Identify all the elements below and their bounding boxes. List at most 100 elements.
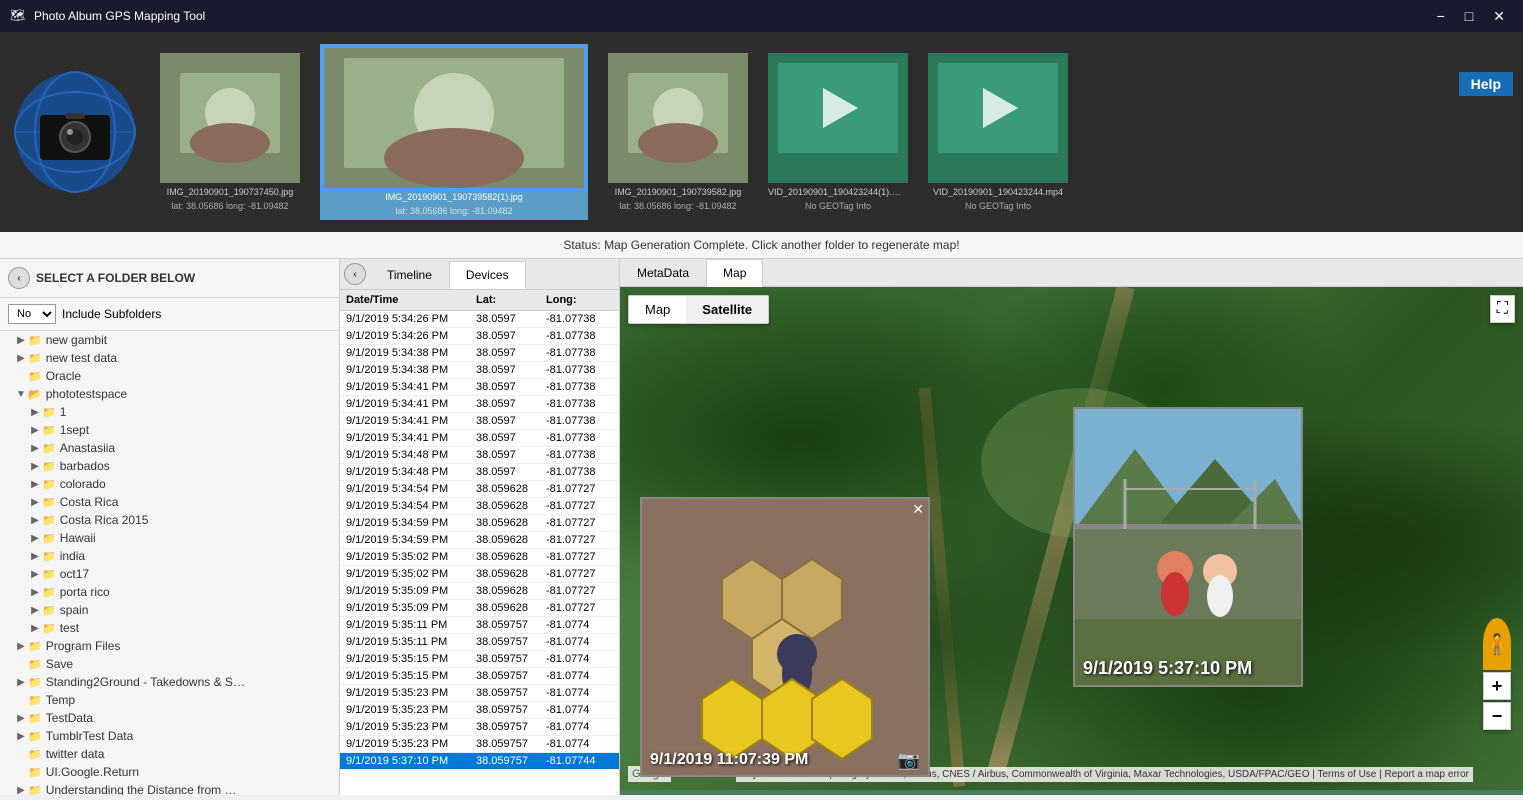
folder-understanding-distance[interactable]: ▶ Understanding the Distance from Guar xyxy=(0,781,339,795)
tab-metadata[interactable]: MetaData xyxy=(620,259,706,286)
tab-timeline[interactable]: Timeline xyxy=(370,261,449,288)
table-row[interactable]: 9/1/2019 5:34:38 PM 38.0597 -81.07738 xyxy=(340,345,619,362)
help-button[interactable]: Help xyxy=(1459,72,1513,96)
table-row[interactable]: 9/1/2019 5:34:54 PM 38.059628 -81.07727 xyxy=(340,481,619,498)
cell-long: -81.07727 xyxy=(542,585,617,597)
folder-anastasiia[interactable]: ▶ Anastasiia xyxy=(0,439,339,457)
table-row[interactable]: 9/1/2019 5:34:48 PM 38.0597 -81.07738 xyxy=(340,464,619,481)
table-row[interactable]: 9/1/2019 5:35:23 PM 38.059757 -81.0774 xyxy=(340,702,619,719)
cell-lat: 38.059628 xyxy=(472,568,542,580)
folder-new-gambit[interactable]: ▶ new gambit xyxy=(0,331,339,349)
strip-video-2[interactable]: VID_20190901_190423244.mp4 No GEOTag Inf… xyxy=(928,53,1068,211)
zoom-in-button[interactable]: + xyxy=(1483,672,1511,700)
map-type-controls: Map Satellite xyxy=(628,295,769,324)
table-row[interactable]: 9/1/2019 5:34:41 PM 38.0597 -81.07738 xyxy=(340,430,619,447)
table-row[interactable]: 9/1/2019 5:35:02 PM 38.059628 -81.07727 xyxy=(340,566,619,583)
table-row[interactable]: 9/1/2019 5:34:38 PM 38.0597 -81.07738 xyxy=(340,362,619,379)
folder-label: Hawaii xyxy=(60,531,96,545)
folder-testdata[interactable]: ▶ TestData xyxy=(0,709,339,727)
expand-icon: ▶ xyxy=(14,335,28,346)
folder-oracle[interactable]: Oracle xyxy=(0,367,339,385)
folder-label: UI.Google.Return xyxy=(46,765,139,779)
folder-hawaii[interactable]: ▶ Hawaii xyxy=(0,529,339,547)
table-row[interactable]: 9/1/2019 5:35:15 PM 38.059757 -81.0774 xyxy=(340,651,619,668)
table-row[interactable]: 9/1/2019 5:35:11 PM 38.059757 -81.0774 xyxy=(340,617,619,634)
folder-india[interactable]: ▶ india xyxy=(0,547,339,565)
folder-standing2ground[interactable]: ▶ Standing2Ground - Takedowns & Stanc xyxy=(0,673,339,691)
folder-ui-google[interactable]: UI.Google.Return xyxy=(0,763,339,781)
folder-program-files[interactable]: ▶ Program Files xyxy=(0,637,339,655)
table-row[interactable]: 9/1/2019 5:35:23 PM 38.059757 -81.0774 xyxy=(340,685,619,702)
map-container[interactable]: Map Satellite ⛶ ✕ xyxy=(620,287,1523,790)
table-row[interactable]: 9/1/2019 5:34:26 PM 38.0597 -81.07738 xyxy=(340,311,619,328)
table-row[interactable]: 9/1/2019 5:34:59 PM 38.059628 -81.07727 xyxy=(340,515,619,532)
folder-label: Understanding the Distance from Guar xyxy=(46,783,246,795)
folder-icon xyxy=(28,675,42,689)
fullscreen-button[interactable]: ⛶ xyxy=(1490,295,1515,323)
table-row[interactable]: 9/1/2019 5:35:23 PM 38.059757 -81.0774 xyxy=(340,719,619,736)
cell-datetime: 9/1/2019 5:34:41 PM xyxy=(342,381,472,393)
folder-label: oct17 xyxy=(60,567,89,581)
folder-costa-rica-2015[interactable]: ▶ Costa Rica 2015 xyxy=(0,511,339,529)
expand-icon: ▶ xyxy=(28,515,42,526)
back-button[interactable]: ‹ xyxy=(8,267,30,289)
folder-twitter-data[interactable]: twitter data xyxy=(0,745,339,763)
table-row[interactable]: 9/1/2019 5:35:15 PM 38.059757 -81.0774 xyxy=(340,668,619,685)
folder-label: india xyxy=(60,549,85,563)
folder-save[interactable]: Save xyxy=(0,655,339,673)
cell-lat: 38.059757 xyxy=(472,755,542,767)
table-row[interactable]: 9/1/2019 5:34:59 PM 38.059628 -81.07727 xyxy=(340,532,619,549)
middle-back-button[interactable]: ‹ xyxy=(344,263,366,285)
maximize-button[interactable]: □ xyxy=(1457,6,1481,27)
zoom-out-button[interactable]: − xyxy=(1483,702,1511,730)
folder-1[interactable]: ▶ 1 xyxy=(0,403,339,421)
folder-label: phototestspace xyxy=(46,387,127,401)
folder-barbados[interactable]: ▶ barbados xyxy=(0,457,339,475)
table-row[interactable]: 9/1/2019 5:35:23 PM 38.059757 -81.0774 xyxy=(340,736,619,753)
folder-porta-rico[interactable]: ▶ porta rico xyxy=(0,583,339,601)
folder-costa-rica[interactable]: ▶ Costa Rica xyxy=(0,493,339,511)
close-button[interactable]: ✕ xyxy=(1485,6,1513,27)
table-row[interactable]: 9/1/2019 5:34:41 PM 38.0597 -81.07738 xyxy=(340,413,619,430)
tab-devices[interactable]: Devices xyxy=(449,261,526,289)
folder-oct17[interactable]: ▶ oct17 xyxy=(0,565,339,583)
cell-datetime: 9/1/2019 5:34:38 PM xyxy=(342,347,472,359)
folder-icon xyxy=(28,333,42,347)
strip-photo-1[interactable]: IMG_20190901_190737450.jpg lat: 38.05686… xyxy=(160,53,300,211)
map-button[interactable]: Map xyxy=(629,296,686,323)
tab-map[interactable]: Map xyxy=(706,259,763,287)
table-row[interactable]: 9/1/2019 5:34:41 PM 38.0597 -81.07738 xyxy=(340,379,619,396)
folder-temp[interactable]: Temp xyxy=(0,691,339,709)
table-row[interactable]: 9/1/2019 5:35:02 PM 38.059628 -81.07727 xyxy=(340,549,619,566)
minimize-button[interactable]: − xyxy=(1429,6,1453,27)
folder-colorado[interactable]: ▶ colorado xyxy=(0,475,339,493)
table-row[interactable]: 9/1/2019 5:34:48 PM 38.0597 -81.07738 xyxy=(340,447,619,464)
table-row[interactable]: 9/1/2019 5:35:09 PM 38.059628 -81.07727 xyxy=(340,600,619,617)
table-row[interactable]: 9/1/2019 5:34:41 PM 38.0597 -81.07738 xyxy=(340,396,619,413)
folder-new-test-data[interactable]: ▶ new test data xyxy=(0,349,339,367)
cell-long: -81.0774 xyxy=(542,721,617,733)
folder-spain[interactable]: ▶ spain xyxy=(0,601,339,619)
folder-icon xyxy=(42,603,56,617)
status-text: Status: Map Generation Complete. Click a… xyxy=(563,238,959,252)
folder-1sept[interactable]: ▶ 1sept xyxy=(0,421,339,439)
strip-photo-3[interactable]: IMG_20190901_190739582.jpg lat: 38.05686… xyxy=(608,53,748,211)
strip-video-1[interactable]: VID_20190901_190423244(1).mp4 No GEOTag … xyxy=(768,53,908,211)
pegman[interactable]: 🧍 xyxy=(1483,618,1511,670)
popup-1-close-button[interactable]: ✕ xyxy=(912,501,924,518)
table-row[interactable]: 9/1/2019 5:34:54 PM 38.059628 -81.07727 xyxy=(340,498,619,515)
folder-phototestspace[interactable]: ▼ phototestspace xyxy=(0,385,339,403)
table-row[interactable]: 9/1/2019 5:37:10 PM 38.059757 -81.07744 xyxy=(340,753,619,770)
cell-lat: 38.059628 xyxy=(472,534,542,546)
folder-test[interactable]: ▶ test xyxy=(0,619,339,637)
subfolder-select[interactable]: No Yes xyxy=(8,304,56,324)
satellite-button[interactable]: Satellite xyxy=(686,296,768,323)
strip-photo-2[interactable]: IMG_20190901_190739582(1).jpg lat: 38.05… xyxy=(320,44,588,220)
cell-datetime: 9/1/2019 5:35:15 PM xyxy=(342,653,472,665)
folder-tumblrtest[interactable]: ▶ TumblrTest Data xyxy=(0,727,339,745)
table-row[interactable]: 9/1/2019 5:35:11 PM 38.059757 -81.0774 xyxy=(340,634,619,651)
data-table[interactable]: 9/1/2019 5:34:26 PM 38.0597 -81.07738 9/… xyxy=(340,311,619,795)
include-subfolders-label: Include Subfolders xyxy=(62,307,161,321)
table-row[interactable]: 9/1/2019 5:34:26 PM 38.0597 -81.07738 xyxy=(340,328,619,345)
table-row[interactable]: 9/1/2019 5:35:09 PM 38.059628 -81.07727 xyxy=(340,583,619,600)
